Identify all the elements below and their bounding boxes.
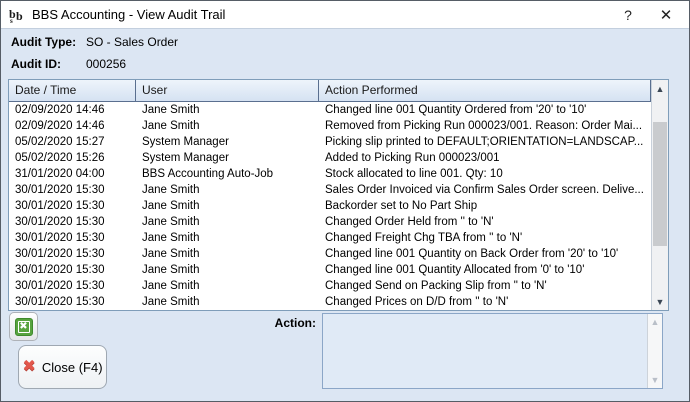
scrollbar-thumb[interactable] (653, 122, 667, 246)
close-f4-button[interactable]: ✖ Close (F4) (18, 345, 107, 389)
help-button[interactable]: ? (609, 1, 647, 29)
column-header-user[interactable]: User (136, 80, 319, 101)
scroll-down-icon[interactable]: ▼ (652, 293, 668, 310)
bbs-app-icon: b b s (9, 7, 23, 24)
cell-datetime: 30/01/2020 15:30 (15, 200, 105, 212)
table-row[interactable]: 30/01/2020 15:30 Jane Smith Changed Send o… (9, 278, 651, 294)
scroll-up-icon[interactable]: ▲ (652, 80, 668, 97)
cell-action: Changed Order Held from '' to 'N' (325, 216, 494, 228)
action-scroll-down-icon[interactable]: ▼ (648, 372, 662, 388)
cell-datetime: 31/01/2020 04:00 (15, 168, 105, 180)
table-row[interactable]: 05/02/2020 15:27 System Manager Picking sl… (9, 134, 651, 150)
cell-user: Jane Smith (142, 296, 200, 308)
audit-trail-table: Date / Time User Action Performed 02/09/… (8, 79, 669, 311)
cell-datetime: 30/01/2020 15:30 (15, 248, 105, 260)
action-scroll-up-icon[interactable]: ▲ (648, 314, 662, 330)
table-row[interactable]: 30/01/2020 15:30 Jane Smith Sales Order In… (9, 182, 651, 198)
table-row[interactable]: 30/01/2020 15:30 Jane Smith Changed line 0… (9, 262, 651, 278)
cell-action: Stock allocated to line 001. Qty: 10 (325, 168, 503, 180)
cell-user: Jane Smith (142, 232, 200, 244)
cell-datetime: 30/01/2020 15:30 (15, 216, 105, 228)
audit-id-row: Audit ID: 000256 (11, 57, 126, 71)
cell-user: System Manager (142, 136, 229, 148)
cell-user: Jane Smith (142, 184, 200, 196)
cell-user: Jane Smith (142, 200, 200, 212)
cell-datetime: 30/01/2020 15:30 (15, 296, 105, 308)
svg-text:s: s (10, 17, 13, 24)
cell-user: System Manager (142, 152, 229, 164)
cell-action: Changed line 001 Quantity Allocated from… (325, 264, 585, 276)
window-close-button[interactable]: ✕ (647, 1, 685, 29)
table-row[interactable]: 02/09/2020 14:46 Jane Smith Removed from P… (9, 118, 651, 134)
cell-datetime: 30/01/2020 15:30 (15, 232, 105, 244)
table-row[interactable]: 30/01/2020 15:30 Jane Smith Changed line 0… (9, 246, 651, 262)
excel-export-icon (14, 317, 33, 336)
cell-datetime: 05/02/2020 15:26 (15, 152, 105, 164)
column-header-datetime[interactable]: Date / Time (9, 80, 136, 101)
cell-action: Changed line 001 Quantity Ordered from '… (325, 104, 587, 116)
audit-type-row: Audit Type: SO - Sales Order (11, 35, 178, 49)
cell-user: Jane Smith (142, 120, 200, 132)
cell-user: Jane Smith (142, 280, 200, 292)
cell-action: Sales Order Invoiced via Confirm Sales O… (325, 184, 644, 196)
table-row[interactable]: 30/01/2020 15:30 Jane Smith Changed Prices… (9, 294, 651, 310)
action-textarea[interactable]: ▲ ▼ (322, 313, 663, 389)
cell-datetime: 30/01/2020 15:30 (15, 280, 105, 292)
table-row[interactable]: 05/02/2020 15:26 System Manager Added to P… (9, 150, 651, 166)
cell-action: Changed line 001 Quantity on Back Order … (325, 248, 619, 260)
cell-datetime: 30/01/2020 15:30 (15, 264, 105, 276)
window-title: BBS Accounting - View Audit Trail (32, 7, 226, 22)
audit-type-label: Audit Type: (11, 35, 77, 49)
audit-type-value: SO - Sales Order (86, 35, 179, 49)
close-button-label: Close (F4) (41, 359, 103, 375)
cell-user: Jane Smith (142, 216, 200, 228)
action-label: Action: (274, 316, 316, 330)
cell-action: Added to Picking Run 000023/001 (325, 152, 500, 164)
cell-action: Changed Send on Packing Slip from '' to … (325, 280, 547, 292)
audit-rows: 02/09/2020 14:46 Jane Smith Changed line 0… (9, 102, 651, 310)
audit-id-label: Audit ID: (11, 57, 61, 71)
audit-id-value: 000256 (86, 57, 127, 71)
svg-text:b: b (16, 9, 23, 23)
cell-datetime: 05/02/2020 15:27 (15, 136, 105, 148)
table-row[interactable]: 30/01/2020 15:30 Jane Smith Backorder set … (9, 198, 651, 214)
cell-datetime: 30/01/2020 15:30 (15, 184, 105, 196)
cell-user: BBS Accounting Auto-Job (142, 168, 274, 180)
action-scrollbar[interactable]: ▲ ▼ (647, 314, 662, 388)
cell-action: Picking slip printed to DEFAULT;ORIENTAT… (325, 136, 644, 148)
column-header-action[interactable]: Action Performed (319, 80, 651, 101)
cell-action: Removed from Picking Run 000023/001. Rea… (325, 120, 643, 132)
cell-datetime: 02/09/2020 14:46 (15, 120, 105, 132)
cell-datetime: 02/09/2020 14:46 (15, 104, 105, 116)
cell-action: Changed Prices on D/D from '' to 'N' (325, 296, 509, 308)
table-row[interactable]: 30/01/2020 15:30 Jane Smith Changed Order … (9, 214, 651, 230)
table-header: Date / Time User Action Performed (9, 80, 651, 102)
red-x-icon: ✖ (22, 358, 36, 375)
table-scrollbar[interactable]: ▲ ▼ (651, 80, 668, 310)
title-bar: b b s BBS Accounting - View Audit Trail … (1, 1, 689, 29)
cell-user: Jane Smith (142, 264, 200, 276)
export-to-excel-button[interactable] (9, 312, 38, 341)
cell-user: Jane Smith (142, 104, 200, 116)
table-row[interactable]: 30/01/2020 15:30 Jane Smith Changed Freigh… (9, 230, 651, 246)
table-row[interactable]: 31/01/2020 04:00 BBS Accounting Auto-Job S… (9, 166, 651, 182)
table-row[interactable]: 02/09/2020 14:46 Jane Smith Changed line 0… (9, 102, 651, 118)
cell-action: Backorder set to No Part Ship (325, 200, 478, 212)
cell-action: Changed Freight Chg TBA from '' to 'N' (325, 232, 523, 244)
action-text-value (326, 316, 644, 386)
cell-user: Jane Smith (142, 248, 200, 260)
view-audit-trail-dialog: b b s BBS Accounting - View Audit Trail … (0, 0, 690, 402)
